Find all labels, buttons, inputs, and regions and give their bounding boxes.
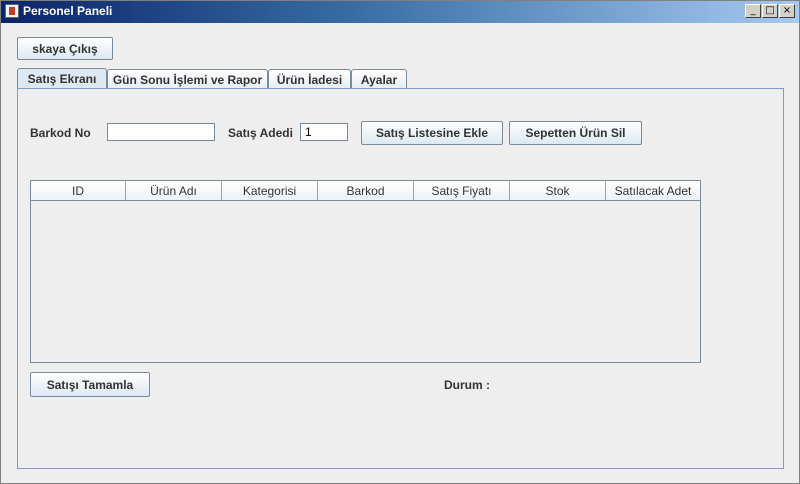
table-body[interactable] (31, 201, 700, 363)
column-header-stock[interactable]: Stok (510, 181, 606, 200)
column-header-category[interactable]: Kategorisi (222, 181, 318, 200)
quantity-input[interactable] (300, 123, 348, 141)
column-header-sale-price[interactable]: Satış Fiyatı (414, 181, 510, 200)
app-window: Personel Paneli _ □ × skaya Çıkış Satış … (0, 0, 800, 484)
logout-button[interactable]: skaya Çıkış (17, 37, 113, 60)
tab-sales-screen[interactable]: Satış Ekranı (17, 68, 107, 89)
remove-from-cart-button[interactable]: Sepetten Ürün Sil (509, 121, 642, 145)
status-label: Durum : (444, 378, 490, 392)
column-header-barcode[interactable]: Barkod (318, 181, 414, 200)
tab-end-of-day[interactable]: Gün Sonu İşlemi ve Rapor (107, 69, 268, 89)
window-title: Personel Paneli (23, 4, 113, 18)
column-header-product-name[interactable]: Ürün Adı (126, 181, 222, 200)
quantity-label: Satış Adedi (228, 126, 293, 140)
tab-settings[interactable]: Ayalar (351, 69, 407, 89)
java-app-icon (5, 4, 19, 18)
maximize-button[interactable]: □ (762, 4, 778, 18)
title-bar[interactable]: Personel Paneli _ □ × (1, 1, 799, 23)
add-to-list-button[interactable]: Satış Listesine Ekle (361, 121, 503, 145)
complete-sale-button[interactable]: Satışı Tamamla (30, 372, 150, 397)
barcode-input[interactable] (107, 123, 215, 141)
close-button[interactable]: × (779, 4, 795, 18)
barcode-label: Barkod No (30, 126, 91, 140)
table-header: ID Ürün Adı Kategorisi Barkod Satış Fiya… (31, 181, 700, 201)
column-header-quantity-to-sell[interactable]: Satılacak Adet (606, 181, 700, 200)
minimize-button[interactable]: _ (745, 4, 761, 18)
sales-table[interactable]: ID Ürün Adı Kategorisi Barkod Satış Fiya… (30, 180, 701, 363)
tab-product-return[interactable]: Ürün İadesi (268, 69, 351, 89)
column-header-id[interactable]: ID (31, 181, 126, 200)
